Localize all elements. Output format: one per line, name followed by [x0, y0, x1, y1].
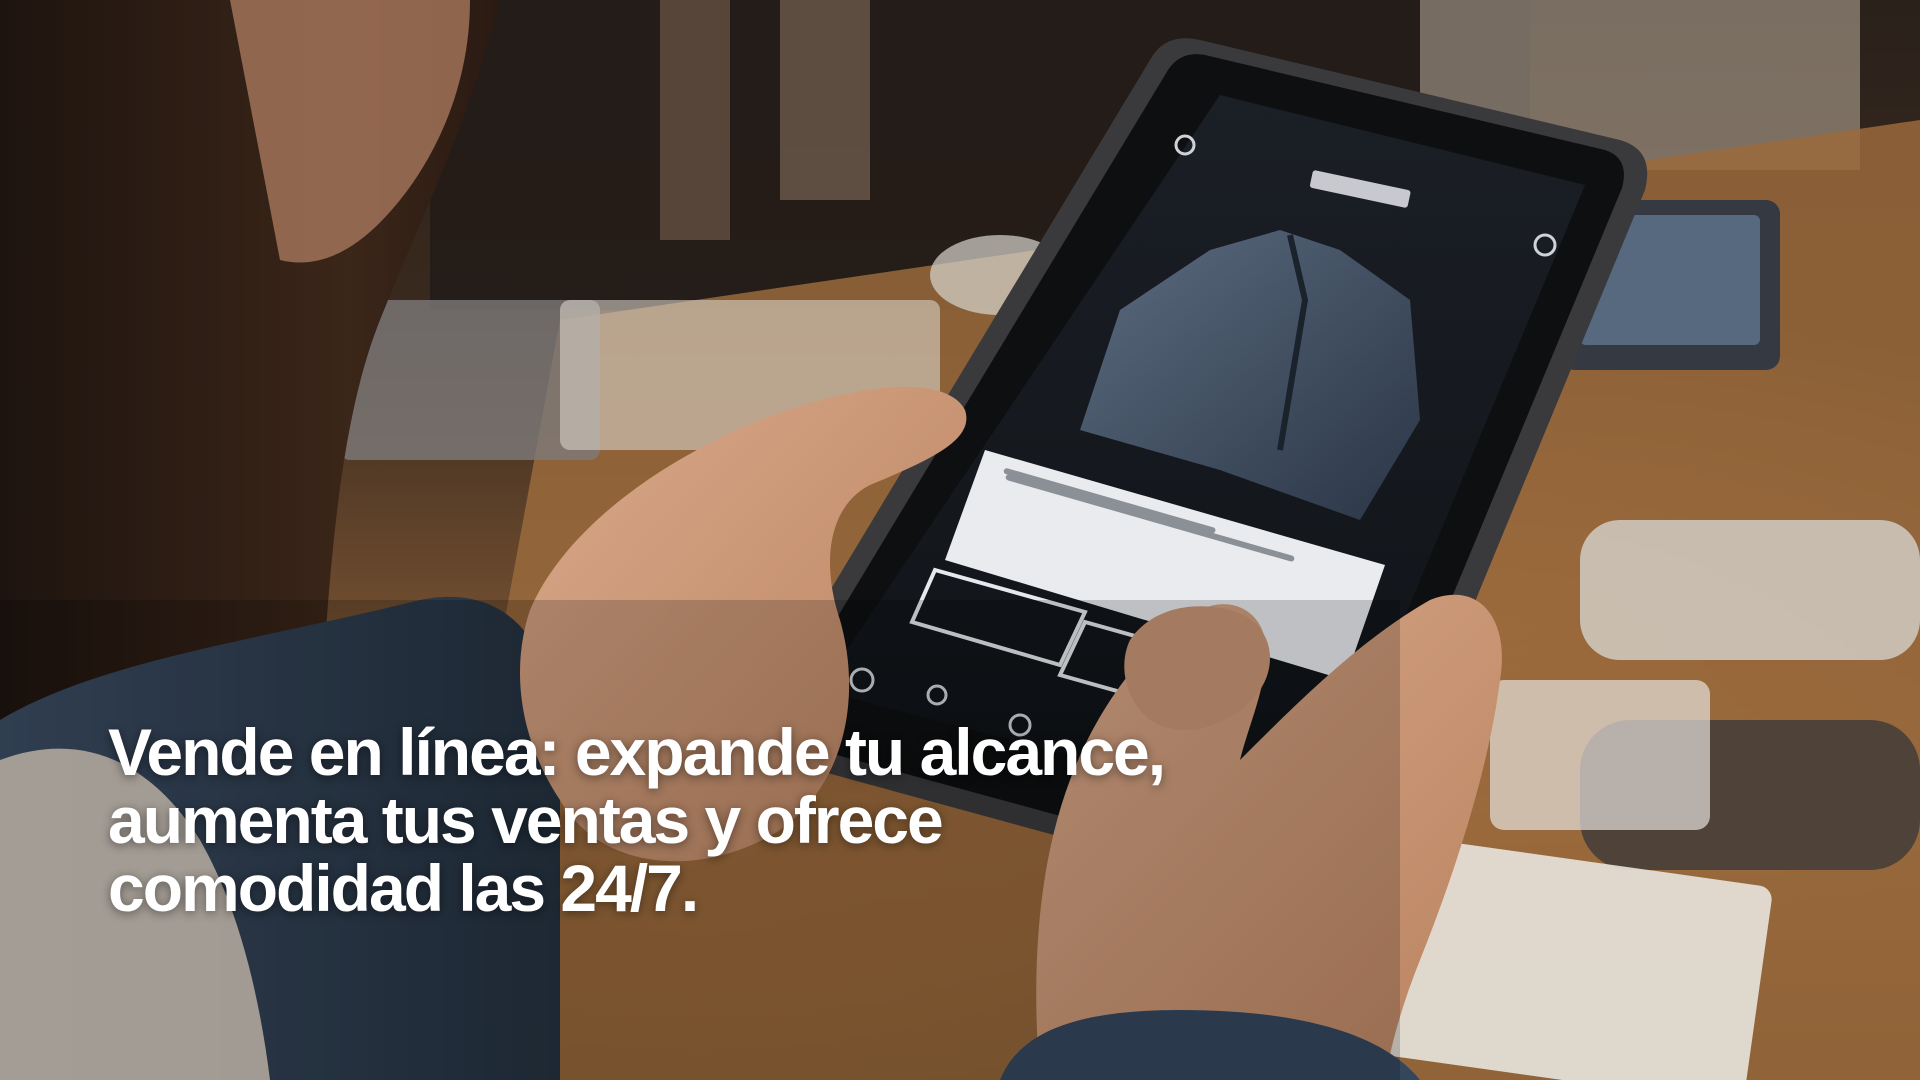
background-clothes: [780, 0, 870, 200]
folded-shirt: [1580, 520, 1920, 660]
hero-banner: Vende en línea: expande tu alcance, aume…: [0, 0, 1920, 1080]
background-clothes: [660, 0, 730, 240]
headline-caption: Vende en línea: expande tu alcance, aume…: [108, 715, 1166, 925]
card: [1490, 680, 1710, 830]
